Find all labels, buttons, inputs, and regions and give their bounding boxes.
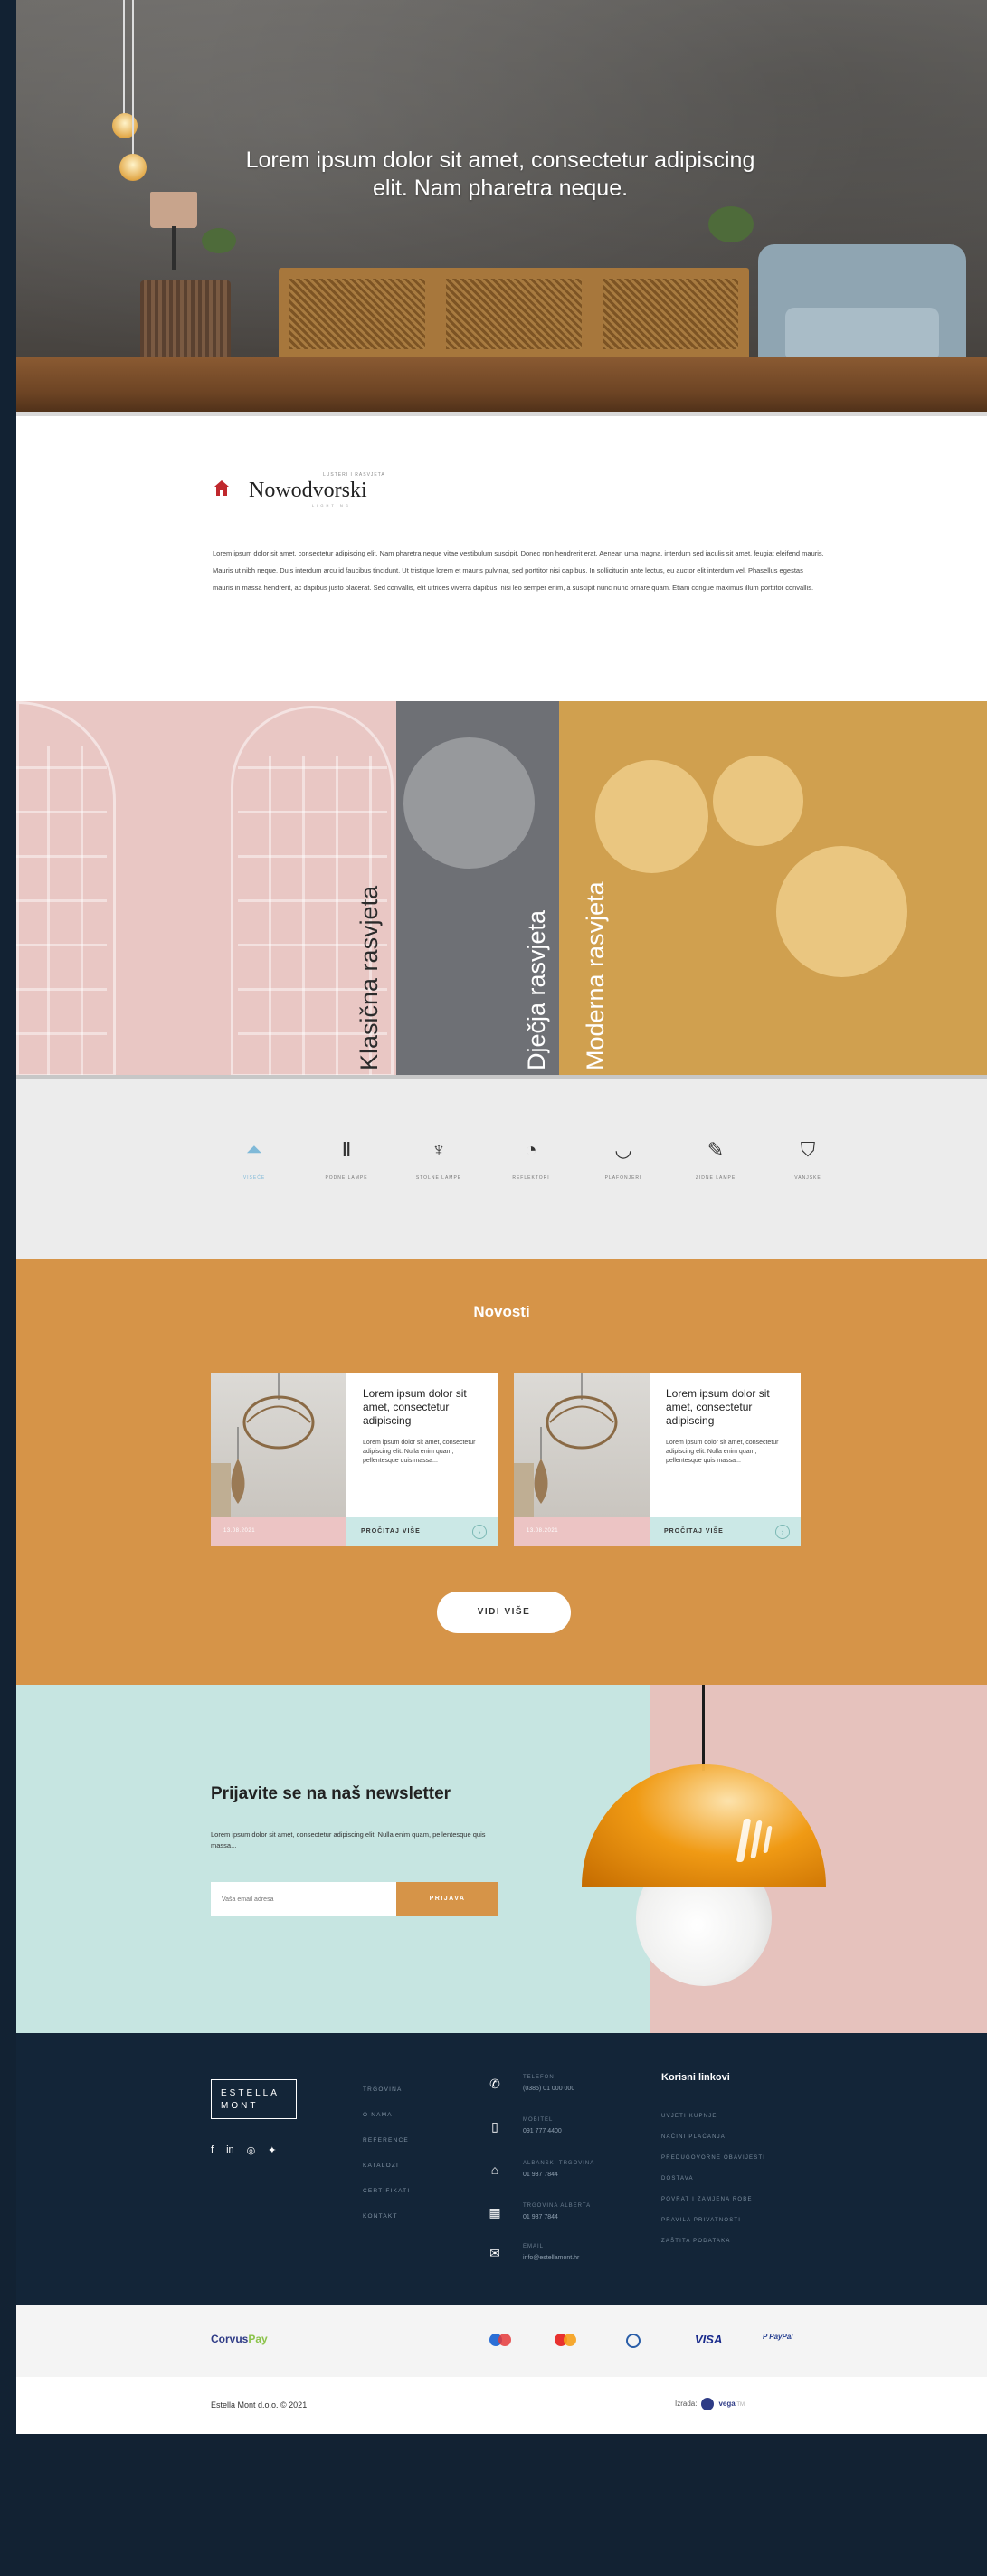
useful-link[interactable]: ZAŠTITA PODATAKA bbox=[661, 2231, 765, 2252]
agency-credit[interactable]: Izrada: vegaITM bbox=[675, 2398, 745, 2410]
icon-nav-item[interactable]: ◔ REFLEKTORI bbox=[495, 1136, 567, 1181]
newsletter-text: Lorem ipsum dolor sit amet, consectetur … bbox=[211, 1830, 486, 1849]
category-label: Dječja rasvjeta bbox=[523, 909, 550, 1070]
corvuspay-logo: CorvusPay bbox=[211, 2333, 268, 2345]
useful-link[interactable]: NAČINI PLAĆANJA bbox=[661, 2127, 765, 2148]
lamp-cord bbox=[702, 1685, 705, 1771]
icon-nav-item[interactable]: ⏶ VISEĆE bbox=[218, 1136, 290, 1181]
hero-banner: Lorem ipsum dolor sit amet, consectetur … bbox=[16, 0, 987, 416]
icon-nav-item[interactable]: ✎ ZIDNE LAMPE bbox=[679, 1136, 752, 1181]
useful-links-title: Korisni linkovi bbox=[661, 2072, 730, 2083]
footer-menu: TRGOVINA O NAMA REFERENCE KATALOZI CERTI… bbox=[363, 2077, 410, 2229]
news-card-text: Lorem ipsum dolor sit amet, consectetur … bbox=[666, 1440, 779, 1464]
contact-item[interactable]: ▯ MOBITEL 091 777 4400 bbox=[487, 2117, 650, 2153]
outdoor-light-icon: ⛉ bbox=[800, 1138, 816, 1161]
diners-icon bbox=[622, 2333, 644, 2353]
phone-icon: ✆ bbox=[489, 2077, 500, 2091]
footer-menu-item[interactable]: REFERENCE bbox=[363, 2128, 410, 2153]
wood-floor bbox=[16, 357, 987, 416]
see-more-button[interactable]: VIDI VIŠE bbox=[437, 1592, 571, 1633]
useful-link[interactable]: DOSTAVA bbox=[661, 2169, 765, 2190]
footer-menu-item[interactable]: O NAMA bbox=[363, 2103, 410, 2128]
visa-icon: VISA bbox=[695, 2333, 723, 2346]
category-modern[interactable]: Moderna rasvjeta bbox=[559, 701, 987, 1077]
icon-nav-item[interactable]: ⛉ VANJSKE bbox=[772, 1136, 844, 1181]
maestro-icon bbox=[487, 2333, 514, 2350]
facebook-icon[interactable]: f bbox=[211, 2144, 214, 2156]
read-more-link[interactable]: PROČITAJ VIŠE › bbox=[346, 1517, 498, 1546]
table-lamp bbox=[150, 192, 197, 228]
ceiling-light-icon: ◡ bbox=[614, 1138, 632, 1161]
news-card-date: 13.08.2021 bbox=[527, 1528, 559, 1534]
useful-link[interactable]: POVRAT I ZAMJENA ROBE bbox=[661, 2190, 765, 2210]
instagram-icon[interactable]: ◎ bbox=[247, 2144, 256, 2156]
category-kids[interactable]: Dječja rasvjeta bbox=[396, 701, 559, 1077]
footer-menu-item[interactable]: KONTAKT bbox=[363, 2204, 410, 2229]
spotlight-icon: ◔ bbox=[525, 1138, 537, 1161]
news-title: Novosti bbox=[473, 1303, 530, 1320]
category-tiles: Klasična rasvjeta Dječja rasvjeta Modern… bbox=[16, 701, 987, 1077]
useful-links: UVJETI KUPNJE NAČINI PLAĆANJA PREDUGOVOR… bbox=[661, 2106, 765, 2252]
footer-menu-item[interactable]: KATALOZI bbox=[363, 2153, 410, 2179]
newsletter-title: Prijavite se na naš newsletter bbox=[211, 1784, 451, 1803]
social-links: f in ◎ ✦ bbox=[211, 2144, 276, 2156]
contact-item[interactable]: ✆ TELEFON (0385) 01 000 000 bbox=[487, 2075, 650, 2111]
news-card-heading: Lorem ipsum dolor sit amet, consectetur … bbox=[666, 1387, 770, 1427]
news-card[interactable]: Lorem ipsum dolor sit amet, consectetur … bbox=[514, 1373, 801, 1546]
category-label: Klasična rasvjeta bbox=[356, 885, 383, 1070]
arrow-right-icon: › bbox=[775, 1525, 790, 1539]
hero-headline: Lorem ipsum dolor sit amet, consectetur … bbox=[245, 147, 755, 201]
building-icon: ▦ bbox=[489, 2205, 501, 2220]
icon-nav-item[interactable]: ♆ STOLNE LAMPE bbox=[403, 1136, 475, 1181]
footer-menu-item[interactable]: TRGOVINA bbox=[363, 2077, 410, 2103]
news-card-image bbox=[514, 1373, 650, 1517]
vega-logo-icon bbox=[701, 2398, 715, 2410]
store-icon: ⌂ bbox=[490, 2163, 499, 2177]
useful-link[interactable]: PRAVILA PRIVATNOSTI bbox=[661, 2210, 765, 2231]
ceiling-lamp-icon: ⏶ bbox=[246, 1138, 262, 1161]
page: Lorem ipsum dolor sit amet, consectetur … bbox=[16, 0, 987, 2434]
wall-light-icon: ✎ bbox=[707, 1138, 725, 1161]
table-lamp-icon: ♆ bbox=[431, 1138, 447, 1161]
useful-link[interactable]: UVJETI KUPNJE bbox=[661, 2106, 765, 2127]
newsletter-submit-button[interactable]: PRIJAVA bbox=[396, 1882, 498, 1916]
news-card-date: 13.08.2021 bbox=[223, 1528, 256, 1534]
useful-link[interactable]: PREDUGOVORNE OBAVIJESTI bbox=[661, 2148, 765, 2169]
news-card-image bbox=[211, 1373, 346, 1517]
mail-icon: ✉ bbox=[489, 2246, 500, 2260]
contact-item[interactable]: ▦ TRGOVINA ALBERTA 01 937 7844 bbox=[487, 2203, 650, 2239]
news-card[interactable]: Lorem ipsum dolor sit amet, consectetur … bbox=[211, 1373, 498, 1546]
footer-menu-item[interactable]: CERTIFIKATI bbox=[363, 2179, 410, 2204]
linkedin-icon[interactable]: in bbox=[226, 2144, 234, 2156]
brand-intro-text: Lorem ipsum dolor sit amet, consectetur … bbox=[213, 549, 824, 592]
logo-mark-icon bbox=[214, 480, 229, 496]
news-card-heading: Lorem ipsum dolor sit amet, consectetur … bbox=[363, 1387, 467, 1427]
paypal-icon: P PayPal bbox=[763, 2333, 793, 2341]
category-label: Moderna rasvjeta bbox=[582, 881, 609, 1070]
icon-nav-item[interactable]: Ⅱ PODNE LAMPE bbox=[310, 1136, 383, 1181]
pendant-lamp bbox=[119, 154, 147, 181]
newsletter-email-input[interactable] bbox=[211, 1882, 396, 1916]
floor-lamp-icon: Ⅱ bbox=[341, 1138, 352, 1161]
news-card-text: Lorem ipsum dolor sit amet, consectetur … bbox=[363, 1440, 476, 1464]
arrow-right-icon: › bbox=[472, 1525, 487, 1539]
copyright-text: Estella Mont d.o.o. © 2021 bbox=[211, 2400, 308, 2410]
category-classic[interactable]: Klasična rasvjeta bbox=[16, 701, 396, 1077]
sideboard bbox=[279, 268, 749, 376]
icon-nav-item[interactable]: ◡ PLAFONJERI bbox=[587, 1136, 660, 1181]
newsletter-section bbox=[16, 1685, 987, 2033]
read-more-link[interactable]: PROČITAJ VIŠE › bbox=[650, 1517, 801, 1546]
copyright-bar bbox=[16, 2377, 987, 2434]
contact-item[interactable]: ✉ EMAIL info@estellamont.hr bbox=[487, 2244, 650, 2280]
estella-mont-logo[interactable]: ESTELLA MONT bbox=[211, 2079, 297, 2119]
twitter-icon[interactable]: ✦ bbox=[268, 2144, 276, 2156]
mobile-icon: ▯ bbox=[491, 2119, 498, 2134]
contact-item[interactable]: ⌂ ALBANSKI TRGOVINA 01 937 7844 bbox=[487, 2161, 650, 2197]
mastercard-icon bbox=[552, 2333, 579, 2350]
